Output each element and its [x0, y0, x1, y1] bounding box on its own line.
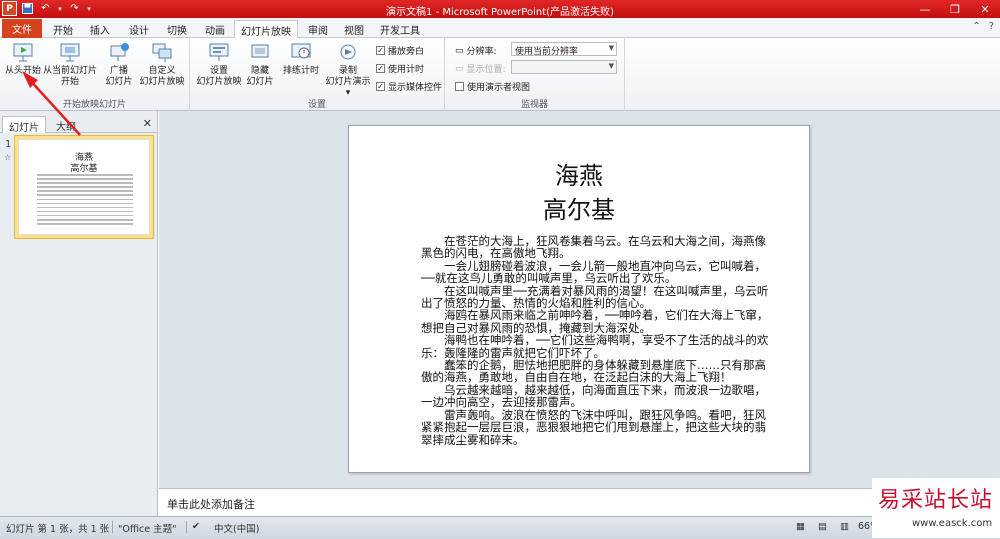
site-watermark: 易采站长站 www.easck.com: [872, 478, 1000, 538]
body-paragraph: 在苍茫的大海上，狂风卷集着乌云。在乌云和大海之间，海燕像黑色的闪电，在高傲地飞翔…: [421, 234, 766, 261]
slide-thumbnail-selected[interactable]: 海燕 高尔基: [14, 135, 154, 239]
thumb-subtitle: 高尔基: [70, 164, 98, 174]
group-label-start-slide-show: 开始放映幻灯片: [62, 100, 126, 110]
custom-show-icon: [150, 40, 174, 64]
from-current-slide-button[interactable]: 从当前幻灯片 开始: [42, 40, 98, 88]
checkbox-checked-icon: ✓: [376, 46, 385, 55]
slide-count-status: 幻灯片 第 1 张，共 1 张: [6, 524, 110, 535]
tab-review[interactable]: 审阅: [302, 20, 334, 38]
tab-animations[interactable]: 动画: [198, 20, 232, 38]
reading-view-icon[interactable]: ▥: [840, 521, 849, 532]
language-status[interactable]: 中文(中国): [214, 521, 259, 535]
hide-slide-button[interactable]: 隐藏 幻灯片: [242, 40, 278, 88]
body-paragraph: 蠢笨的企鹅，胆怯地把肥胖的身体躲藏到悬崖底下……只有那高傲的海燕，勇敢地，自由自…: [421, 358, 766, 385]
slide-sorter-icon[interactable]: ▤: [818, 521, 827, 532]
ribbon-tabs: 文件 开始 插入 设计 切换 动画 幻灯片放映 审阅 视图 开发工具 ⌃ ?: [0, 18, 1000, 39]
window-title: 演示文稿1 - Microsoft PowerPoint(产品激活失败): [386, 7, 614, 18]
resolution-select[interactable]: 使用当前分辨率 ▼: [511, 42, 617, 57]
setup-show-icon: [207, 40, 231, 64]
watermark-text-en: www.easck.com: [912, 518, 993, 529]
presenter-view-checkbox[interactable]: 使用演示者视图: [455, 80, 530, 93]
rehearse-timings-button[interactable]: 排练计时: [280, 40, 322, 77]
broadcast-slide-show-button[interactable]: 广播 幻灯片: [100, 40, 138, 88]
spellcheck-icon[interactable]: ✔: [192, 521, 200, 532]
theme-status[interactable]: "Office 主题": [118, 521, 177, 535]
status-separator: [186, 521, 187, 533]
show-on-select[interactable]: ▼: [511, 60, 617, 74]
status-separator: [112, 521, 113, 533]
tab-view[interactable]: 视图: [338, 20, 370, 38]
tab-outline[interactable]: 大纲: [50, 116, 82, 133]
chevron-down-icon: ▼: [608, 62, 614, 70]
tab-design[interactable]: 设计: [122, 20, 156, 38]
minimize-ribbon-icon[interactable]: ⌃: [972, 21, 980, 32]
resolution-label: ▭ 分辨率:: [455, 45, 497, 58]
custom-slide-show-button[interactable]: 自定义 幻灯片放映: [136, 40, 188, 88]
watermark-text-cn: 易采站长站: [878, 488, 994, 513]
help-icon[interactable]: ?: [989, 21, 994, 32]
body-paragraph: 乌云越来越暗，越来越低，向海面直压下来，而波浪一边歌唱，一边冲向高空，去迎接那雷…: [421, 382, 766, 410]
slides-pane: 幻灯片 大纲 ✕ 1 ☆ 海燕 高尔基: [0, 111, 158, 516]
window-controls: — ❐ ✕: [910, 0, 1000, 18]
tab-home[interactable]: 开始: [46, 20, 80, 38]
slides-pane-tabs: 幻灯片 大纲 ✕: [0, 115, 158, 134]
monitor-icon: ▭: [455, 63, 464, 74]
close-icon[interactable]: ✕: [970, 0, 1000, 18]
record-slide-show-button[interactable]: 录制 幻灯片演示 ▾: [322, 40, 374, 99]
slide-subtitle[interactable]: 高尔基: [349, 190, 809, 225]
group-label-setup: 设置: [307, 100, 326, 110]
group-start-slide-show: 从头开始 从当前幻灯片 开始 广播 幻灯片 自定义 幻灯片放映 开始放映幻灯片: [0, 38, 190, 111]
show-on-label: ▭ 显示位置:: [455, 63, 506, 76]
tab-slides[interactable]: 幻灯片: [2, 116, 46, 134]
tab-insert[interactable]: 插入: [82, 20, 118, 38]
tab-file[interactable]: 文件: [2, 19, 42, 38]
monitor-icon: ▭: [455, 45, 464, 56]
set-up-slide-show-button[interactable]: 设置 幻灯片放映: [196, 40, 242, 88]
restore-icon[interactable]: ❐: [940, 0, 970, 18]
body-paragraph: 雷声轰响。波浪在愤怒的飞沫中呼叫，跟狂风争鸣。看吧，狂风紧紧抱起一层层巨浪，恶狠…: [421, 407, 766, 447]
tab-developer[interactable]: 开发工具: [376, 20, 424, 38]
hide-slide-icon: [248, 40, 272, 64]
tab-transitions[interactable]: 切换: [160, 20, 194, 38]
close-pane-icon[interactable]: ✕: [143, 117, 152, 130]
animation-star-icon: ☆: [4, 153, 12, 162]
slide-number: 1: [5, 139, 12, 150]
group-label-monitors: 监视器: [520, 100, 548, 110]
projector-screen-icon: [11, 40, 35, 64]
title-bar: P ↶ ▾ ↷ ▾ 演示文稿1 - Microsoft PowerPoint(产…: [0, 0, 1000, 18]
stopwatch-icon: [289, 40, 313, 64]
show-media-controls-checkbox[interactable]: ✓ 显示媒体控件: [376, 80, 442, 93]
checkbox-checked-icon: ✓: [376, 82, 385, 91]
group-setup: 设置 幻灯片放映 隐藏 幻灯片 排练计时 录制 幻灯片演示 ▾ ✓ 播放旁白 ✓…: [190, 38, 445, 111]
normal-view-icon[interactable]: ▦: [796, 521, 805, 532]
body-paragraph: 一会儿翅膀碰着波浪，一会儿箭一般地直冲向乌云，它叫喊着，──就在这鸟儿勇敢的叫喊…: [421, 258, 766, 286]
tab-slide-show[interactable]: 幻灯片放映: [234, 20, 298, 39]
body-paragraph: 海鸭也在呻吟着，──它们这些海鸭啊，享受不了生活的战斗的欢乐：轰隆隆的雷声就把它…: [421, 333, 769, 360]
slide-editing-area: 海燕 高尔基 在苍茫的大海上，狂风卷集着乌云。在乌云和大海之间，海燕像黑色的闪电…: [159, 111, 1000, 488]
slide-title[interactable]: 海燕: [349, 156, 809, 191]
checkbox-unchecked-icon: [455, 82, 464, 91]
thumb-text-lines: [37, 174, 133, 227]
use-timings-checkbox[interactable]: ✓ 使用计时: [376, 62, 424, 75]
notes-placeholder: 单击此处添加备注: [167, 498, 255, 511]
record-icon: [336, 40, 360, 64]
checkbox-checked-icon: ✓: [376, 64, 385, 73]
body-paragraph: 在这叫喊声里──充满着对暴风雨的渴望！在这叫喊声里，乌云听出了愤怒的力量、热情的…: [421, 283, 769, 311]
chevron-down-icon: ▼: [608, 44, 614, 52]
play-narrations-checkbox[interactable]: ✓ 播放旁白: [376, 44, 424, 57]
slide-thumbnail[interactable]: 海燕 高尔基: [18, 139, 150, 235]
slide-body-text[interactable]: 在苍茫的大海上，狂风卷集着乌云。在乌云和大海之间，海燕像黑色的闪电，在高傲地飞翔…: [421, 235, 775, 446]
ribbon: 从头开始 从当前幻灯片 开始 广播 幻灯片 自定义 幻灯片放映 开始放映幻灯片: [0, 38, 1000, 111]
status-bar: 幻灯片 第 1 张，共 1 张 "Office 主题" ✔ 中文(中国) ▦ ▤…: [0, 516, 1000, 539]
body-paragraph: 海鸥在暴风雨来临之前呻吟着，──呻吟着，它们在大海上飞窜，想把自己对暴风雨的恐惧…: [421, 308, 769, 335]
ribbon-right-controls: ⌃ ?: [972, 21, 994, 32]
broadcast-icon: [107, 40, 131, 64]
projector-current-icon: [58, 40, 82, 64]
slide-canvas[interactable]: 海燕 高尔基 在苍茫的大海上，狂风卷集着乌云。在乌云和大海之间，海燕像黑色的闪电…: [348, 125, 810, 473]
minimize-icon[interactable]: —: [910, 0, 940, 18]
group-monitors: ▭ 分辨率: 使用当前分辨率 ▼ ▭ 显示位置: ▼ 使用演示者视图 监视器: [445, 38, 625, 111]
from-beginning-button[interactable]: 从头开始: [2, 40, 44, 77]
